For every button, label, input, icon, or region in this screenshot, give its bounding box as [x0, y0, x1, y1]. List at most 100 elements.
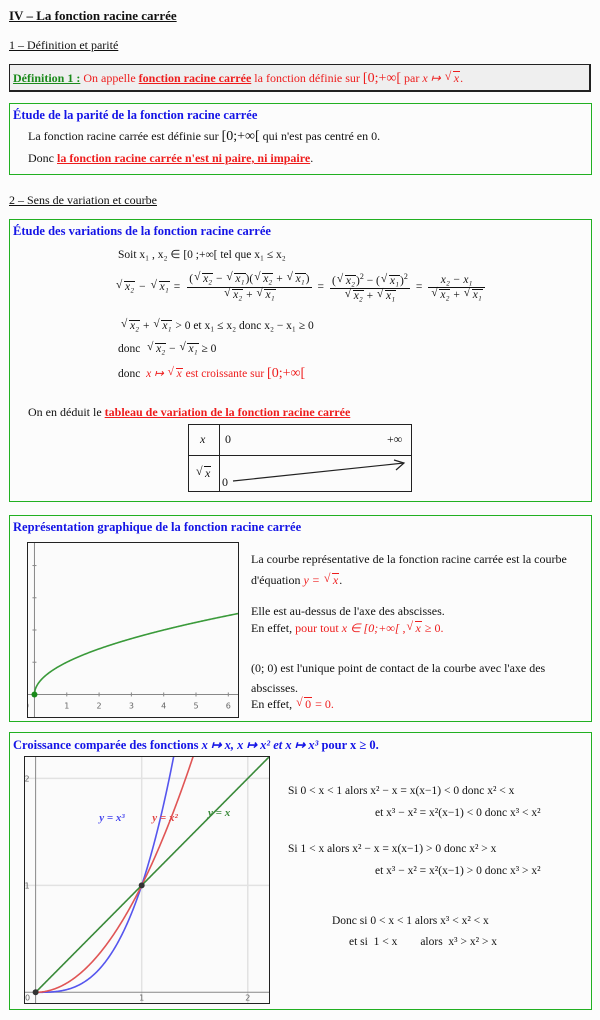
power-functions-graph: 0 1 2 1 2 y = x³ y = x² y = x — [24, 756, 270, 1004]
parity-conclusion: la fonction racine carrée n'est ni paire… — [57, 151, 311, 165]
x-tick-label: 1 — [64, 701, 69, 710]
rule-2: et x³ − x² = x²(x−1) < 0 donc x³ < x² — [375, 807, 541, 819]
graph-p3-a: En effet, — [251, 697, 296, 711]
y-tick-label: 2 — [27, 626, 28, 635]
graph-p3-tail: = 0. — [312, 697, 334, 711]
graph-p2-tail: ≥ 0. — [421, 621, 444, 635]
series-yx — [35, 757, 194, 994]
curve-label-x2: y = x² — [150, 812, 178, 824]
x-tick-label: 2 — [97, 701, 102, 710]
graph-box: Représentation graphique de la fonction … — [9, 515, 592, 722]
fraction-squares: (x₂)2 − (x₁)2 x₂ + x₁ — [330, 272, 410, 303]
compare-title: Croissance comparée des fonctions x ↦ x,… — [13, 737, 379, 753]
parity-line1-a: La fonction racine carrée est définie su… — [28, 129, 222, 143]
positive-line: x₂ + x₁ > 0 et x₁ ≤ x₂ donc x₂ − x₁ ≥ 0 — [120, 319, 314, 333]
definition-term: fonction racine carrée — [138, 71, 252, 85]
graph-p3: (0; 0) est l'unique point de contact de … — [251, 661, 546, 695]
compare-title-a: Croissance comparée des fonctions — [13, 738, 202, 752]
graph-p3-line3: En effet, 0 = 0. — [251, 696, 334, 712]
compare-title-math: x ↦ x, x ↦ x² et x ↦ x³ — [201, 738, 319, 752]
y-tick-label: 3 — [27, 594, 28, 603]
parity-line-1: La fonction racine carrée est définie su… — [28, 129, 380, 145]
parity-line1-b: qui n'est pas centré en 0. — [259, 129, 381, 143]
curve-label-x3: y = x³ — [97, 812, 125, 824]
definition-text-b: la fonction définie sur — [251, 71, 363, 85]
definition-end: . — [460, 71, 464, 85]
x-tick-label: 6 — [226, 701, 231, 710]
rule-4: et x³ − x² = x²(x−1) > 0 donc x³ > x² — [375, 865, 541, 877]
variation-table: x 0 +∞ x 0 — [188, 424, 412, 492]
deduit-line: On en déduit le tableau de variation de … — [28, 405, 350, 420]
y-tick-label: 4 — [27, 562, 28, 571]
rule-3: Si 1 < x alors x² − x = x(x−1) > 0 donc … — [288, 843, 497, 855]
conclusion-2: et si 1 < x alors x³ > x² > x — [349, 936, 498, 948]
parity-line2-end: . — [310, 151, 314, 165]
y-tick-label: 1 — [25, 881, 30, 890]
data-point — [31, 691, 38, 698]
conclusion-1: Donc si 0 < x < 1 alors x³ < x² < x — [332, 915, 489, 927]
curve-label-x: y = x — [206, 807, 231, 819]
sqrt-x2: x₂ — [116, 280, 136, 294]
series-yx — [35, 757, 175, 994]
soit-line: Soit x₁ , x₂ ∈ [0 ;+∞[ tel que x₁ ≤ x₂ — [118, 249, 286, 261]
definition-box: Définition 1 : On appelle fonction racin… — [9, 64, 591, 92]
positive-line-tail: > 0 et x₁ ≤ x₂ donc x₂ − x₁ ≥ 0 — [172, 320, 314, 332]
definition-label: Définition 1 : — [13, 71, 81, 85]
increasing-arrow-icon — [232, 459, 406, 482]
deduit-emphasis: tableau de variation de la fonction raci… — [104, 405, 351, 419]
definition-par: par — [401, 71, 423, 85]
graph-p2-line2: En effet, pour tout x ∈ [0;+∞[ ,x ≥ 0. — [251, 620, 444, 636]
sqrt-x: x — [444, 70, 461, 84]
variation-title: Étude des variations de la fonction raci… — [13, 224, 271, 238]
table-x-end: +∞ — [387, 432, 403, 446]
croissante-map: x ↦ — [146, 368, 167, 380]
croissante-text: est croissante sur — [182, 368, 268, 380]
definition-text-a: On appelle — [80, 71, 139, 85]
rule-1: Si 0 < x < 1 alors x² − x = x(x−1) < 0 d… — [288, 785, 515, 797]
definition-interval: [0;+∞[ — [362, 71, 402, 86]
x-tick-label: 1 — [139, 993, 144, 1002]
x-tick-label: 0 — [25, 993, 30, 1002]
graph-p1-end: . — [339, 573, 343, 587]
graph-p1-text: La courbe représentative de la fonction … — [251, 552, 567, 587]
parity-line-2: Donc la fonction racine carrée n'est ni … — [28, 151, 313, 166]
difference-equation: x₂ − x₁ = (x₂ − x₁)(x₂ + x₁) x₂ + x₁ = (… — [115, 272, 488, 303]
table-sqrt-label: x — [195, 465, 212, 481]
x-tick-label: 3 — [129, 701, 134, 710]
fraction-simplified: x₂ − x₁ x₂ + x₁ — [428, 274, 485, 302]
data-point — [32, 989, 39, 996]
sqrt-graph: 0 1 2 3 4 5 6 1 2 3 4 — [27, 542, 239, 718]
donc-tail: ≥ 0 — [198, 343, 217, 355]
sqrt-x1: x₁ — [151, 280, 170, 294]
graph-p2-red: pour tout — [295, 621, 342, 635]
donc-line-1: donc x₂ − x₁ ≥ 0 — [118, 342, 217, 356]
fraction-conjugate: (x₂ − x₁)(x₂ + x₁) x₂ + x₁ — [187, 272, 312, 301]
deduit-text: On en déduit le — [28, 405, 105, 419]
parity-interval: [0;+∞[ — [221, 129, 260, 144]
donc-label: donc — [118, 343, 141, 355]
parity-box: Étude de la parité de la fonction racine… — [9, 103, 592, 175]
table-x-start: 0 — [225, 432, 231, 446]
x-tick-label: 0 — [27, 701, 29, 710]
compare-title-b: pour x ≥ 0. — [318, 738, 379, 752]
definition-map: x ↦ — [422, 71, 444, 85]
subsection-variation: 2 – Sens de variation et courbe — [9, 193, 157, 207]
definition-text: Définition 1 : On appelle fonction racin… — [13, 70, 464, 87]
parity-line2-a: Donc — [28, 151, 57, 165]
data-point — [138, 882, 145, 889]
croissante-interval: [0;+∞[ — [267, 366, 306, 381]
compare-box: Croissance comparée des fonctions x ↦ x,… — [9, 732, 592, 1010]
graph-paragraph-1: La courbe représentative de la fonction … — [251, 549, 581, 591]
graph-p2-math: x ∈ [0;+∞[ , — [341, 621, 406, 635]
graph-p2-a: En effet, — [251, 621, 296, 635]
series-yx — [35, 757, 269, 993]
variation-box: Étude des variations de la fonction raci… — [9, 219, 592, 502]
y-tick-label: 2 — [25, 774, 30, 783]
y-tick-label: 1 — [27, 658, 28, 667]
croissante-line: donc x ↦ x est croissante sur [0;+∞[ — [118, 366, 305, 382]
graph-title: Représentation graphique de la fonction … — [13, 520, 302, 534]
table-x-label: x — [200, 432, 206, 446]
parity-title: Étude de la parité de la fonction racine… — [13, 108, 258, 122]
donc-label-2: donc — [118, 368, 141, 380]
graph-p2-line1: Elle est au-dessus de l'axe des abscisse… — [251, 604, 445, 618]
